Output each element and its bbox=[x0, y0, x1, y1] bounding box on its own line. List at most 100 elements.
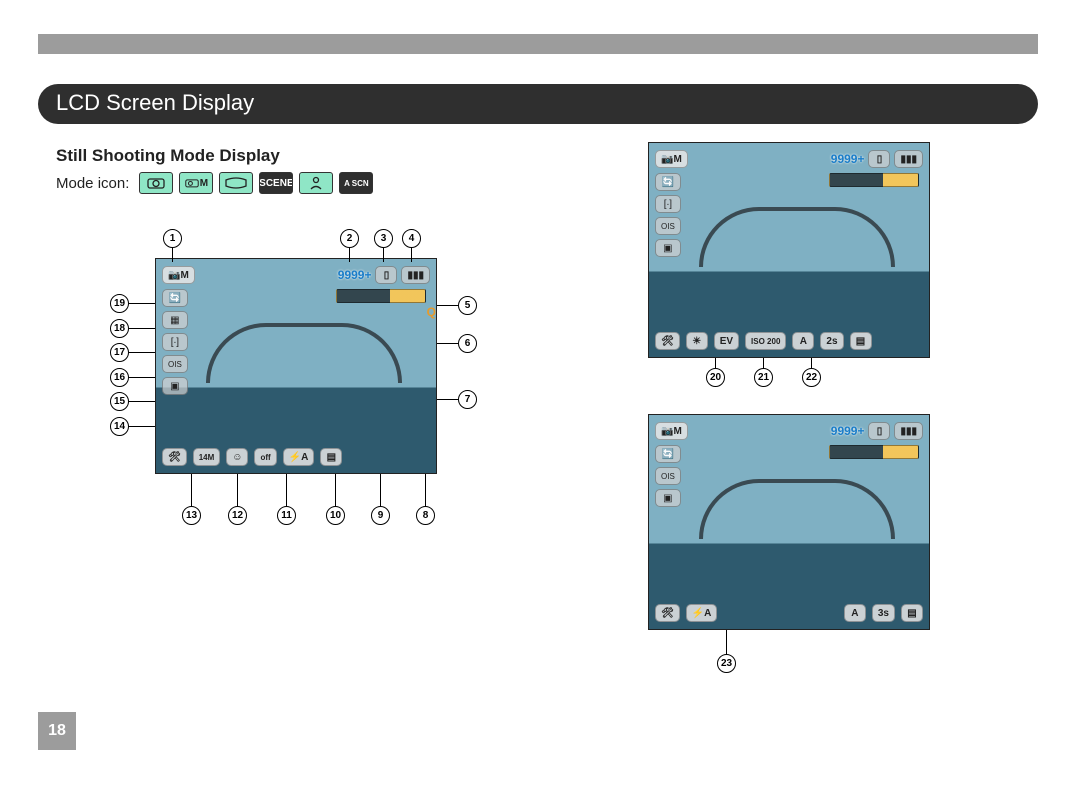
lead-9 bbox=[380, 474, 381, 507]
drive-icon-a: ▣ bbox=[655, 239, 681, 257]
mode-icon-ascn: A SCN bbox=[339, 172, 373, 194]
callout-22: 22 bbox=[802, 368, 821, 387]
callout-2: 2 bbox=[340, 229, 359, 248]
battery-icon: ▮▮▮ bbox=[401, 266, 430, 284]
drive-icon-b: ▣ bbox=[655, 489, 681, 507]
lead-11 bbox=[286, 474, 287, 507]
mode-icon-camera bbox=[139, 172, 173, 194]
drive-icon: ▣ bbox=[162, 377, 188, 395]
focus-icon: [∙] bbox=[162, 333, 188, 351]
callout-1: 1 bbox=[163, 229, 182, 248]
sd-card-icon-b: ▯ bbox=[868, 422, 890, 440]
callout-5: 5 bbox=[458, 296, 477, 315]
lead-10 bbox=[335, 474, 336, 507]
page-number: 18 bbox=[38, 712, 76, 750]
ae-lock-icon-a: 🔄 bbox=[655, 173, 681, 191]
ois-icon-b: OIS bbox=[655, 467, 681, 485]
callout-17: 17 bbox=[110, 343, 129, 362]
lead-4 bbox=[411, 248, 412, 262]
callout-19: 19 bbox=[110, 294, 129, 313]
callout-21: 21 bbox=[754, 368, 773, 387]
callout-12: 12 bbox=[228, 506, 247, 525]
quality-b: ▤ bbox=[901, 604, 923, 622]
remaining-shots: 9999+ bbox=[338, 268, 372, 282]
lead-12 bbox=[237, 474, 238, 507]
mode-icon-label: Mode icon: bbox=[56, 175, 129, 192]
wb-icon: off bbox=[254, 448, 276, 466]
callout-20: 20 bbox=[706, 368, 725, 387]
callout-16: 16 bbox=[110, 368, 129, 387]
callout-4: 4 bbox=[402, 229, 421, 248]
lead-13 bbox=[191, 474, 192, 507]
zoom-bar-a bbox=[829, 173, 919, 187]
tools-icon: 🛠 bbox=[162, 448, 187, 466]
lcd-left-stack-a: 🔄 [∙] OIS ▣ bbox=[655, 173, 681, 257]
ev-icon: ☀ bbox=[686, 332, 708, 350]
remaining-shots-a: 9999+ bbox=[831, 152, 865, 166]
ev-label: EV bbox=[714, 332, 739, 350]
callout-9: 9 bbox=[371, 506, 390, 525]
ae-lock-icon-b: 🔄 bbox=[655, 445, 681, 463]
callout-7: 7 bbox=[458, 390, 477, 409]
tools-icon-a: 🛠 bbox=[655, 332, 680, 350]
lcd-bottom-row-b: 🛠 ⚡A A 3s ▤ bbox=[649, 601, 929, 625]
battery-icon-a: ▮▮▮ bbox=[894, 150, 923, 168]
callout-11: 11 bbox=[277, 506, 296, 525]
grid-icon: ▦ bbox=[162, 311, 188, 329]
lcd-main-screenshot: 📷M 9999+ ▯ ▮▮▮ Q 🔄 ▦ [∙] OIS ▣ 🛠 14M ☺ o… bbox=[155, 258, 437, 474]
section-title-pill: LCD Screen Display bbox=[38, 84, 1038, 124]
lead-16 bbox=[129, 377, 155, 378]
lead-15 bbox=[129, 401, 155, 402]
lead-7 bbox=[437, 399, 458, 400]
tools-icon-b: 🛠 bbox=[655, 604, 680, 622]
ois-icon-a: OIS bbox=[655, 217, 681, 235]
sd-card-icon-a: ▯ bbox=[868, 150, 890, 168]
callout-10: 10 bbox=[326, 506, 345, 525]
lead-5 bbox=[437, 305, 458, 306]
mode-icon-panorama bbox=[219, 172, 253, 194]
lead-23 bbox=[726, 630, 727, 655]
mode-badge-a: 📷M bbox=[655, 150, 688, 168]
lcd-left-stack: 🔄 ▦ [∙] OIS ▣ bbox=[162, 289, 188, 395]
lcd-b-screenshot: 📷M 9999+ ▯ ▮▮▮ 🔄 OIS ▣ 🛠 ⚡A A 3s ▤ bbox=[648, 414, 930, 630]
mode-icon-manual: M bbox=[179, 172, 213, 194]
mode-icon-portrait bbox=[299, 172, 333, 194]
lead-19 bbox=[129, 303, 155, 304]
size-icon: 14M bbox=[193, 448, 221, 466]
zoom-q-icon: Q bbox=[427, 305, 436, 319]
subheading: Still Shooting Mode Display bbox=[56, 146, 280, 166]
quality-icon: ▤ bbox=[320, 448, 342, 466]
flash-auto-icon: ⚡A bbox=[283, 448, 315, 466]
timer-a: 2s bbox=[820, 332, 843, 350]
lead-2 bbox=[349, 248, 350, 262]
wb-a: A bbox=[792, 332, 814, 350]
ois-icon: OIS bbox=[162, 355, 188, 373]
callout-8: 8 bbox=[416, 506, 435, 525]
mode-badge: 📷M bbox=[162, 266, 195, 284]
page-frame: LCD Screen Display Still Shooting Mode D… bbox=[38, 34, 1038, 750]
lead-1 bbox=[172, 248, 173, 262]
callout-6: 6 bbox=[458, 334, 477, 353]
section-title: LCD Screen Display bbox=[56, 90, 254, 115]
lead-18 bbox=[129, 328, 155, 329]
flash-auto-b: ⚡A bbox=[686, 604, 718, 622]
lead-3 bbox=[383, 248, 384, 262]
lcd-a-screenshot: 📷M 9999+ ▯ ▮▮▮ 🔄 [∙] OIS ▣ 🛠 ☀ EV ISO 20… bbox=[648, 142, 930, 358]
lead-6 bbox=[437, 343, 458, 344]
focus-icon-a: [∙] bbox=[655, 195, 681, 213]
zoom-bar-b bbox=[829, 445, 919, 459]
mode-icon-row: Mode icon: M SCENE A SCN bbox=[56, 172, 373, 194]
iso-label: ISO 200 bbox=[745, 332, 786, 350]
lead-14 bbox=[129, 426, 155, 427]
lead-8 bbox=[425, 474, 426, 507]
mode-icon-scene: SCENE bbox=[259, 172, 293, 194]
callout-23: 23 bbox=[717, 654, 736, 673]
lcd-left-stack-b: 🔄 OIS ▣ bbox=[655, 445, 681, 507]
mode-badge-b: 📷M bbox=[655, 422, 688, 440]
callout-3: 3 bbox=[374, 229, 393, 248]
quality-a: ▤ bbox=[850, 332, 872, 350]
callout-13: 13 bbox=[182, 506, 201, 525]
battery-icon-b: ▮▮▮ bbox=[894, 422, 923, 440]
lcd-bottom-row: 🛠 14M ☺ off ⚡A ▤ bbox=[156, 445, 436, 469]
callout-18: 18 bbox=[110, 319, 129, 338]
